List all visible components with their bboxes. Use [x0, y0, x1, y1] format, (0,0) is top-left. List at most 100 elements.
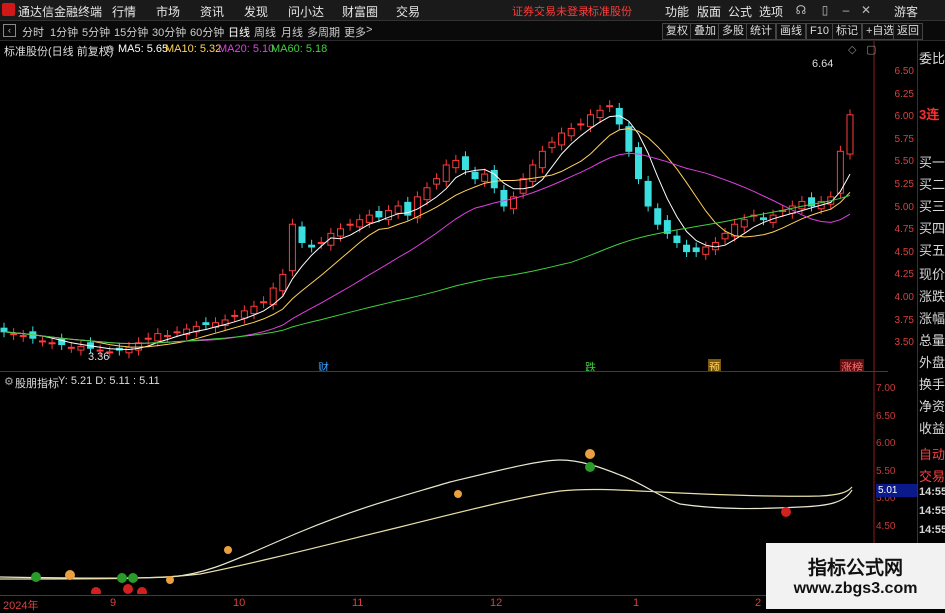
candle-body	[625, 126, 633, 152]
candle-body	[433, 178, 441, 185]
signal-hand-marker	[224, 546, 232, 554]
menu-assistant[interactable]: 问小达	[288, 3, 324, 20]
signal-buy-marker	[585, 462, 595, 472]
period-30min[interactable]: 30分钟	[152, 24, 186, 40]
candle-body	[346, 223, 354, 226]
tool-stats[interactable]: 统计	[746, 23, 776, 40]
quote-panel-item: 委比	[919, 51, 945, 66]
tool-f10[interactable]: F10	[806, 23, 833, 40]
ma60-label: MA60: 5.18	[271, 43, 328, 55]
quote-panel-item: 14:55	[919, 524, 945, 536]
period-5min[interactable]: 5分钟	[82, 24, 110, 40]
tool-draw[interactable]: 画线	[776, 23, 806, 40]
expand-icon[interactable]: ▢	[866, 43, 876, 56]
close-icon[interactable]: ✕	[858, 2, 874, 18]
sub-y-tick-label: 7.00	[876, 383, 896, 394]
tool-adjust[interactable]: 复权	[662, 23, 692, 40]
candle-body	[0, 327, 8, 333]
candle-body	[798, 200, 806, 210]
tool-overlay[interactable]: 叠加	[690, 23, 720, 40]
x-label-jan: 1	[633, 597, 640, 609]
candle-body	[298, 226, 306, 243]
quote-panel-item: 买三	[919, 199, 945, 214]
candle-body	[356, 219, 364, 228]
tool-mark[interactable]: 标记	[832, 23, 862, 40]
candle-body	[365, 214, 373, 223]
candle-body	[231, 314, 239, 317]
quote-panel-item: 交易	[919, 469, 945, 484]
menu-layout[interactable]: 版面	[697, 3, 721, 20]
candle-body	[461, 156, 469, 171]
period-60min[interactable]: 60分钟	[190, 24, 224, 40]
period-bar: ‹ 分时 1分钟 5分钟 15分钟 30分钟 60分钟 日线 周线 月线 多周期…	[0, 21, 945, 41]
candle-body	[250, 305, 258, 315]
collapse-icon[interactable]: ‹	[3, 24, 16, 37]
y-tick-label: 5.50	[894, 156, 914, 168]
menu-market[interactable]: 行情	[112, 3, 136, 20]
signal-buy-marker	[117, 573, 127, 583]
candle-body	[452, 159, 460, 169]
candle-body	[519, 178, 527, 194]
candle-body	[260, 301, 268, 304]
candle-body	[471, 171, 479, 180]
menu-discover[interactable]: 发现	[244, 3, 268, 20]
tool-multistock[interactable]: 多股	[718, 23, 748, 40]
indicator-settings-icon[interactable]: ⚙	[4, 375, 14, 388]
y-tick-label: 6.25	[894, 88, 914, 100]
minimize-icon[interactable]: –	[838, 2, 854, 18]
settings-gear-icon[interactable]: ⚙	[105, 43, 115, 56]
candle-body	[500, 190, 508, 207]
y-tick-label: 6.50	[894, 66, 914, 77]
low-price-label: 3.36	[88, 351, 110, 363]
indicator-values: Y: 5.21 D: 5.11 : 5.11	[58, 375, 160, 387]
signal-hand-marker	[166, 576, 174, 584]
quote-panel-item: 涨幅	[919, 311, 945, 326]
y-tick-label: 5.25	[894, 179, 914, 190]
menu-wealth[interactable]: 财富圈	[342, 3, 378, 20]
menu-exchange[interactable]: 市场	[156, 3, 180, 20]
candle-body	[673, 235, 681, 243]
x-label-oct: 10	[233, 597, 246, 609]
mobile-icon[interactable]: ▯	[817, 2, 833, 18]
login-notice[interactable]: 证券交易未登录	[512, 3, 589, 19]
period-weekly[interactable]: 周线	[254, 24, 276, 40]
period-monthly[interactable]: 月线	[281, 24, 303, 40]
candle-body	[279, 273, 287, 292]
headset-icon[interactable]: ☊	[793, 2, 809, 18]
indicator-name: 股朋指标	[15, 378, 59, 390]
period-more[interactable]: 更多	[344, 24, 366, 40]
quote-panel-item: 现价	[919, 267, 945, 282]
candle-body	[606, 105, 614, 108]
signal-buy-marker	[128, 573, 138, 583]
candle-body	[442, 164, 450, 182]
quote-panel-item: 买五	[919, 243, 945, 258]
tool-back[interactable]: 返回	[893, 23, 923, 40]
signal-hand-marker	[585, 449, 595, 459]
period-1min[interactable]: 1分钟	[50, 24, 78, 40]
chart-stock-label: 标准股份(日线 前复权)	[4, 46, 114, 58]
menu-options[interactable]: 选项	[759, 3, 783, 20]
menu-formula[interactable]: 公式	[728, 3, 752, 20]
y-tick-label: 6.00	[894, 111, 914, 123]
candle-body	[144, 337, 152, 340]
period-intraday[interactable]: 分时	[22, 24, 44, 40]
candle-body	[288, 223, 296, 272]
diamond-icon[interactable]: ◇	[848, 43, 856, 56]
period-daily[interactable]: 日线	[228, 24, 250, 40]
menu-news[interactable]: 资讯	[200, 3, 224, 20]
user-label[interactable]: 游客	[894, 3, 918, 20]
menu-function[interactable]: 功能	[665, 3, 689, 20]
candle-body	[394, 205, 402, 214]
period-15min[interactable]: 15分钟	[114, 24, 148, 40]
quote-panel-item: 3连	[919, 107, 940, 122]
candlestick-chart[interactable]	[0, 41, 888, 373]
y-tick-label: 4.25	[894, 269, 914, 281]
menu-trade[interactable]: 交易	[396, 3, 420, 20]
period-multi[interactable]: 多周期	[307, 24, 340, 40]
candle-body	[336, 228, 344, 237]
x-axis-line	[0, 595, 888, 596]
candle-body	[269, 287, 277, 305]
indicator-chart[interactable]	[0, 372, 888, 594]
chevron-right-icon[interactable]: >	[366, 24, 372, 36]
y-tick-label: 5.00	[894, 201, 914, 213]
